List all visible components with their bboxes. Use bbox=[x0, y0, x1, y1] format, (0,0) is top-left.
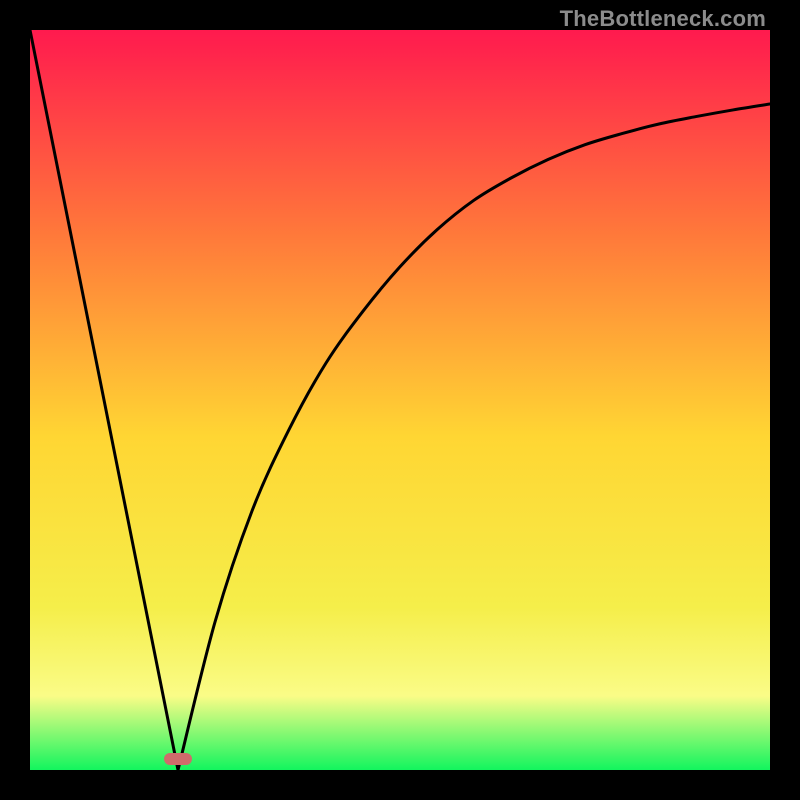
watermark-text: TheBottleneck.com bbox=[560, 6, 766, 32]
chart-svg bbox=[30, 30, 770, 770]
gradient-background bbox=[30, 30, 770, 770]
chart-frame bbox=[30, 30, 770, 770]
bottleneck-marker bbox=[164, 753, 192, 765]
